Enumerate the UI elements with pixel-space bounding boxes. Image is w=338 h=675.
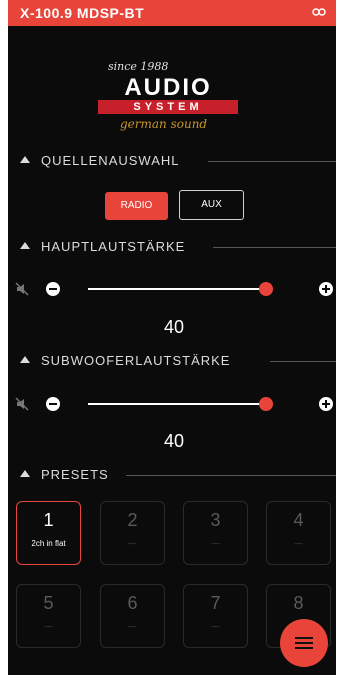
preset-name: — [211,622,220,631]
menu-icon [295,637,313,639]
logo-tagline: german sound [120,117,208,131]
preset-number: 1 [43,510,54,530]
menu-fab-button[interactable] [280,619,328,667]
main-volume-slider-thumb[interactable] [259,282,273,296]
link-icon[interactable] [312,6,326,20]
sub-volume-slider-track[interactable] [88,403,266,405]
preset-number: 8 [293,593,304,613]
preset-name: 2ch in flat [31,539,66,548]
section-divider [213,247,336,248]
mute-icon[interactable] [15,397,29,411]
app-title: X-100.9 MDSP-BT [20,5,145,21]
preset-number: 6 [127,593,138,613]
preset-number: 4 [293,510,304,530]
sub-volume-slider-thumb[interactable] [259,397,273,411]
preset-tile[interactable]: 1 2ch in flat [16,501,81,565]
main-volume-value: 40 [163,317,185,337]
main-volume-slider-track[interactable] [88,288,266,290]
preset-name: — [44,622,53,631]
preset-number: 2 [127,510,138,530]
section-main-volume-label: HAUPTLAUTSTÄRKE [41,239,186,254]
logo-since: since 1988 [108,60,169,73]
section-sub-volume[interactable]: SUBWOOFERLAUTSTÄRKE [8,352,336,372]
preset-tile[interactable]: 4 — [266,501,331,565]
logo-brand: AUDIO [124,74,212,101]
preset-name: — [294,539,303,548]
preset-number: 3 [210,510,221,530]
sub-volume-minus-button[interactable] [46,397,60,411]
preset-number: 7 [210,593,221,613]
mute-icon[interactable] [15,282,29,296]
source-radio-button[interactable]: RADIO [105,192,168,220]
app-screen: X-100.9 MDSP-BT since 1988 AUDIO SYSTEM … [8,0,336,675]
section-presets-label: PRESETS [41,467,109,482]
section-sub-volume-label: SUBWOOFERLAUTSTÄRKE [41,353,231,368]
collapse-arrow-icon[interactable] [20,356,30,363]
section-presets[interactable]: PRESETS [8,466,336,486]
app-title-bar: X-100.9 MDSP-BT [8,0,336,26]
collapse-arrow-icon[interactable] [20,470,30,477]
section-source-label: QUELLENAUSWAHL [41,153,180,168]
section-main-volume[interactable]: HAUPTLAUTSTÄRKE [8,238,336,258]
section-source[interactable]: QUELLENAUSWAHL [8,152,336,172]
logo-system: SYSTEM [98,100,238,114]
preset-name: — [128,539,137,548]
volume-plus-button[interactable] [319,282,333,296]
sub-volume-plus-button[interactable] [319,397,333,411]
volume-minus-button[interactable] [46,282,60,296]
source-aux-button[interactable]: AUX [179,190,244,220]
preset-number: 5 [43,593,54,613]
sub-volume-value: 40 [163,431,185,451]
preset-tile[interactable]: 2 — [100,501,165,565]
preset-tile[interactable]: 3 — [183,501,248,565]
section-divider [270,361,336,362]
preset-name: — [128,622,137,631]
preset-tile[interactable]: 7 — [183,584,248,648]
section-divider [208,161,336,162]
preset-tile[interactable]: 6 — [100,584,165,648]
preset-name: — [211,539,220,548]
preset-tile[interactable]: 5 — [16,584,81,648]
collapse-arrow-icon[interactable] [20,242,30,249]
collapse-arrow-icon[interactable] [20,156,30,163]
audio-system-logo: since 1988 AUDIO SYSTEM german sound [98,56,248,136]
section-divider [126,475,336,476]
